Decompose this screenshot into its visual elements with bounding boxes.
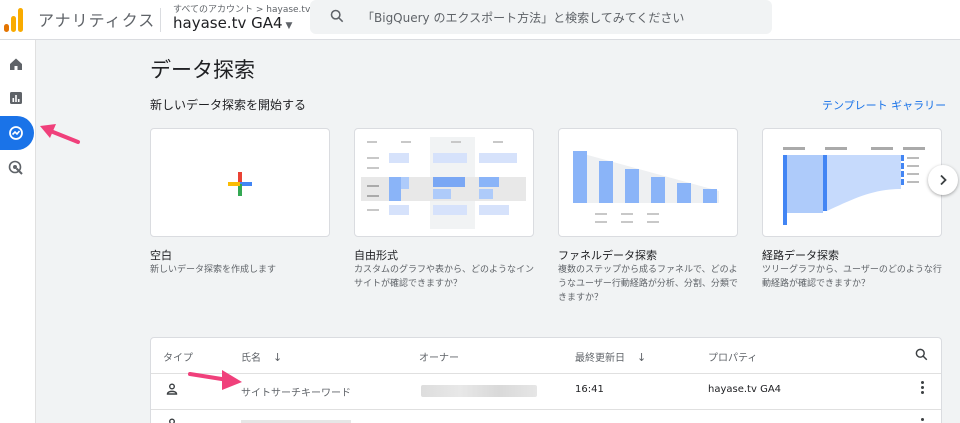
more-vert-icon[interactable] <box>921 418 925 423</box>
row-updated: 16:41 <box>575 384 604 395</box>
app-title: アナリティクス <box>38 11 156 30</box>
table-search-icon[interactable] <box>915 348 928 361</box>
col-header-owner: オーナー <box>419 353 459 364</box>
top-bar: アナリティクス すべてのアカウント > hayase.tv hayase.tv … <box>0 0 960 40</box>
card-desc-free-form: カスタムのグラフや表から、どのようなインサイトが確認できますか？ <box>354 265 535 289</box>
chevron-right-icon <box>940 174 947 186</box>
header-divider <box>160 8 161 32</box>
next-templates-button[interactable] <box>928 165 958 195</box>
explore-icon[interactable] <box>6 123 26 143</box>
card-label-funnel: ファネルデータ探索 <box>558 249 657 262</box>
path-illustration <box>783 147 925 225</box>
col-header-name[interactable]: 氏名 ↓ <box>241 349 282 364</box>
card-label-path: 経路データ探索 <box>762 249 839 262</box>
arrow-down-icon: ↓ <box>637 351 647 364</box>
free-form-template-card[interactable] <box>354 128 534 237</box>
row-divider <box>151 409 941 410</box>
free-form-illustration <box>361 137 526 229</box>
row-name[interactable]: サイトサーチキーワード <box>241 384 351 399</box>
path-template-card[interactable] <box>762 128 942 237</box>
reports-icon[interactable] <box>6 88 26 108</box>
blank-template-card[interactable] <box>150 128 330 237</box>
card-label-blank: 空白 <box>150 249 172 262</box>
col-header-name-label: 氏名 <box>241 353 261 364</box>
person-icon <box>166 383 178 395</box>
annotation-arrow-nav <box>40 124 80 144</box>
property-selector[interactable]: hayase.tv GA4 ▼ <box>173 14 292 32</box>
advertising-icon[interactable] <box>6 158 26 178</box>
person-icon <box>169 418 175 423</box>
section-title: 新しいデータ探索を開始する <box>150 98 307 112</box>
search-bar[interactable]: 「BigQuery のエクスポート方法」と検索してみてください <box>310 0 772 34</box>
more-vert-icon[interactable] <box>921 381 925 397</box>
property-name: hayase.tv GA4 <box>173 14 283 32</box>
search-placeholder: 「BigQuery のエクスポート方法」と検索してみてください <box>362 11 685 25</box>
col-header-type: タイプ <box>163 353 193 364</box>
card-desc-funnel: 複数のステップから成るファネルで、どのようなユーザー行動経路が分析、分割、分類で… <box>558 265 738 303</box>
row-property: hayase.tv GA4 <box>708 384 782 395</box>
page-title: データ探索 <box>150 58 255 82</box>
owner-redacted <box>421 385 537 397</box>
funnel-illustration <box>573 151 719 223</box>
card-desc-blank: 新しいデータ探索を作成します <box>150 265 277 275</box>
arrow-down-icon: ↓ <box>273 351 283 364</box>
annotation-arrow-row <box>188 370 242 390</box>
card-desc-path: ツリーグラフから、ユーザーのどのような行動経路が確認できますか？ <box>762 265 942 289</box>
explorations-table: タイプ 氏名 ↓ オーナー 最終更新日 ↓ プロパティ サイトサーチキーワード 16… <box>150 337 942 423</box>
col-header-updated-label: 最終更新日 <box>575 353 625 364</box>
left-nav <box>0 40 36 423</box>
card-label-free-form: 自由形式 <box>354 249 398 262</box>
analytics-logo-icon[interactable] <box>4 6 26 32</box>
funnel-template-card[interactable] <box>558 128 738 237</box>
col-header-property: プロパティ <box>708 353 758 364</box>
template-gallery-link[interactable]: テンプレート ギャラリー <box>822 97 946 113</box>
home-icon[interactable] <box>6 54 26 74</box>
plus-icon <box>228 172 252 196</box>
search-icon <box>330 9 344 23</box>
caret-down-icon: ▼ <box>285 21 293 31</box>
col-header-updated[interactable]: 最終更新日 ↓ <box>575 349 646 364</box>
header-divider <box>151 373 941 374</box>
